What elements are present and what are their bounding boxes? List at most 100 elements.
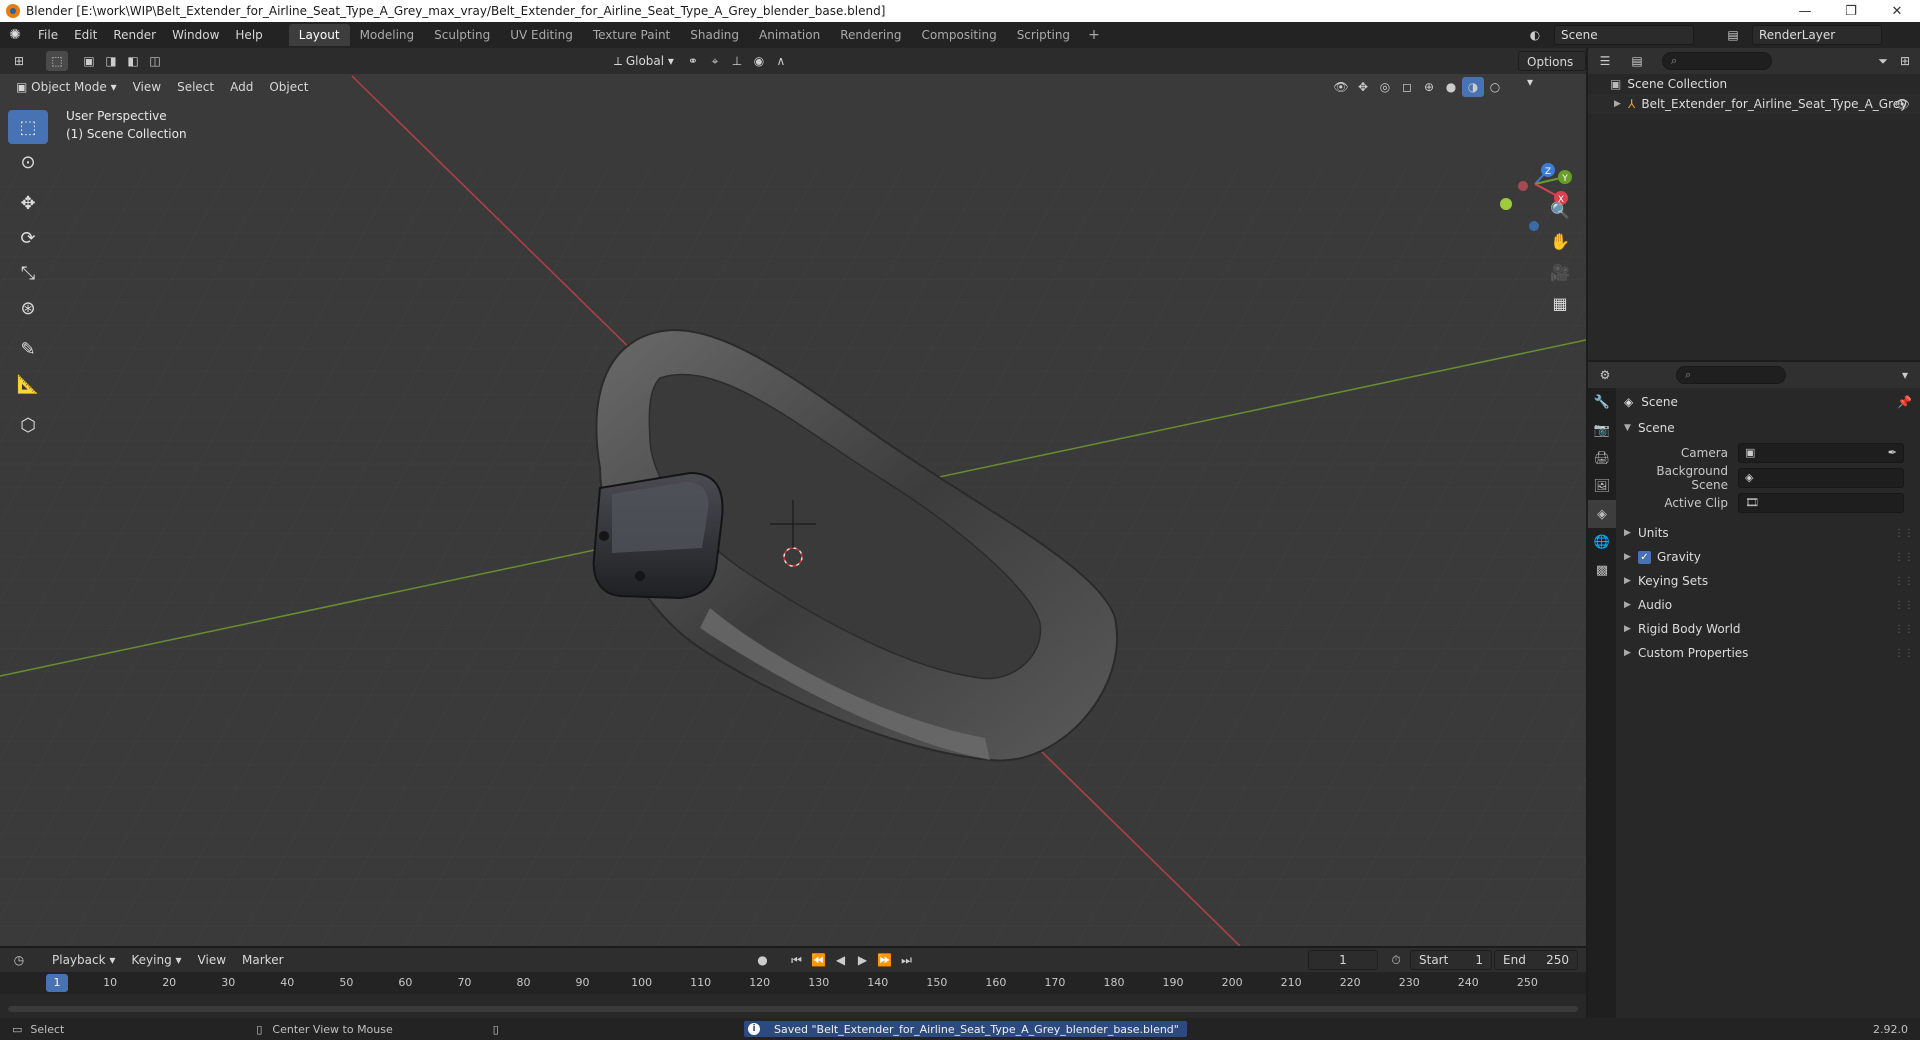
select-extend-icon[interactable]: ◨ <box>100 51 122 71</box>
properties-search-input[interactable]: ⌕ <box>1676 366 1786 384</box>
viewport-menu-object[interactable]: Object <box>261 77 316 97</box>
menu-render[interactable]: Render <box>105 22 164 48</box>
viewport-menu-view[interactable]: View <box>125 77 169 97</box>
menu-edit[interactable]: Edit <box>66 22 105 48</box>
scene-tab-icon[interactable]: ◈ <box>1588 500 1616 528</box>
rigid-body-world-section[interactable]: ▶ Rigid Body World ⋮⋮ <box>1618 617 1920 641</box>
tab-modeling[interactable]: Modeling <box>350 24 425 46</box>
tab-animation[interactable]: Animation <box>749 24 830 46</box>
add-cube-tool-icon[interactable]: ⬡ <box>8 408 48 442</box>
expand-arrow-icon[interactable]: ▶ <box>1614 99 1628 109</box>
editor-type-icon[interactable]: ⊞ <box>8 51 30 71</box>
timeline-editor-icon[interactable]: ◷ <box>8 950 30 970</box>
gravity-checkbox[interactable]: ✓ <box>1638 550 1651 564</box>
rotate-tool-icon[interactable]: ⟳ <box>8 221 48 255</box>
background-scene-field[interactable]: ◈ <box>1738 467 1904 488</box>
jump-end-icon[interactable]: ⏭ <box>896 950 918 970</box>
rendered-shading-icon[interactable]: ○ <box>1484 77 1506 97</box>
options-dropdown[interactable]: Options ▾ <box>1518 51 1586 89</box>
filter-icon[interactable]: ⏷ <box>1872 51 1894 71</box>
texture-tab-icon[interactable]: ▩ <box>1588 556 1616 584</box>
tab-sculpting[interactable]: Sculpting <box>424 24 500 46</box>
tab-texture-paint[interactable]: Texture Paint <box>583 24 680 46</box>
tab-layout[interactable]: Layout <box>288 24 350 46</box>
menu-window[interactable]: Window <box>164 22 227 48</box>
audio-section[interactable]: ▶ Audio ⋮⋮ <box>1618 593 1920 617</box>
custom-properties-section[interactable]: ▶ Custom Properties ⋮⋮ <box>1618 641 1920 665</box>
minimize-button[interactable]: — <box>1782 0 1828 22</box>
units-section[interactable]: ▶ Units ⋮⋮ <box>1618 521 1920 545</box>
zoom-icon[interactable]: 🔍 <box>1546 196 1574 224</box>
current-frame-field[interactable]: 1 <box>1308 950 1378 970</box>
view-layer-field[interactable]: RenderLayer <box>1752 25 1882 45</box>
play-reverse-icon[interactable]: ◀ <box>830 950 852 970</box>
timeline-menu-marker[interactable]: Marker <box>234 950 291 970</box>
scene-selector-icon[interactable]: ◐ <box>1524 25 1546 45</box>
solid-shading-icon[interactable]: ● <box>1440 77 1462 97</box>
snap-icon[interactable]: ⌖ <box>704 51 726 71</box>
properties-menu-icon[interactable]: ▾ <box>1894 365 1916 385</box>
scene-name-field[interactable]: Scene <box>1554 25 1694 45</box>
close-button[interactable]: ✕ <box>1874 0 1920 22</box>
measure-tool-icon[interactable]: 📐 <box>8 367 48 401</box>
add-workspace-button[interactable]: + <box>1080 27 1108 43</box>
select-tool-icon[interactable]: ⬚ <box>46 51 68 71</box>
perspective-grid-icon[interactable]: ▦ <box>1546 289 1574 317</box>
transform-tool-icon[interactable]: ⊛ <box>8 291 48 325</box>
properties-editor-icon[interactable]: ⚙ <box>1594 365 1616 385</box>
display-mode-icon[interactable]: ▤ <box>1626 51 1648 71</box>
3d-viewport[interactable]: Z Y X ⊞ ⬚ ▣ ◨ ◧ ◫ ⟂ Global ▾ ⚭ ⌖ ⊥ ◉ ∧ O… <box>0 48 1586 946</box>
wireframe-shading-icon[interactable]: ⊕ <box>1418 77 1440 97</box>
eyedropper-icon[interactable]: ✒ <box>1888 446 1897 459</box>
tab-uv-editing[interactable]: UV Editing <box>500 24 583 46</box>
playhead-frame-indicator[interactable]: 1 <box>46 974 68 992</box>
tool-tab-icon[interactable]: 🔧 <box>1588 388 1616 416</box>
viewport-scene[interactable]: Z Y X <box>0 48 1586 946</box>
world-tab-icon[interactable]: 🌐 <box>1588 528 1616 556</box>
active-clip-field[interactable]: 🎞 <box>1738 492 1904 513</box>
viewport-menu-select[interactable]: Select <box>169 77 222 97</box>
timeline-scrollbar[interactable] <box>8 1006 1578 1012</box>
snap-target-icon[interactable]: ⊥ <box>726 51 748 71</box>
menu-file[interactable]: File <box>30 22 66 48</box>
move-tool-icon[interactable]: ✥ <box>8 186 48 220</box>
camera-field[interactable]: ▣ ✒ <box>1738 442 1904 463</box>
material-shading-icon[interactable]: ◑ <box>1462 77 1484 97</box>
render-tab-icon[interactable]: 📷 <box>1588 416 1616 444</box>
camera-view-icon[interactable]: 🎥 <box>1546 258 1574 286</box>
falloff-icon[interactable]: ∧ <box>770 51 792 71</box>
restore-button[interactable]: ❐ <box>1828 0 1874 22</box>
timeline-ruler[interactable]: 1 10 20 30 40 50 60 70 80 90 100 110 120 130 140 150 16… <box>0 972 1586 994</box>
play-icon[interactable]: ▶ <box>852 950 874 970</box>
new-collection-icon[interactable]: ⊞ <box>1894 51 1916 71</box>
scale-tool-icon[interactable]: ⤡ <box>8 256 48 290</box>
tab-shading[interactable]: Shading <box>680 24 749 46</box>
output-tab-icon[interactable]: 🖨 <box>1588 444 1616 472</box>
select-subtract-icon[interactable]: ◧ <box>122 51 144 71</box>
select-new-icon[interactable]: ▣ <box>78 51 100 71</box>
xray-icon[interactable]: ◻ <box>1396 77 1418 97</box>
timeline-menu-view[interactable]: View <box>190 950 234 970</box>
tab-rendering[interactable]: Rendering <box>830 24 911 46</box>
keying-sets-section[interactable]: ▶ Keying Sets ⋮⋮ <box>1618 569 1920 593</box>
timeline-menu-playback[interactable]: Playback ▾ <box>44 950 123 970</box>
pin-icon[interactable]: 📌 <box>1897 395 1912 409</box>
cursor-tool-icon[interactable]: ⊙ <box>8 145 48 179</box>
outliner-search-input[interactable]: ⌕ <box>1662 52 1772 70</box>
menu-help[interactable]: Help <box>227 22 270 48</box>
preview-range-icon[interactable]: ⏱ <box>1385 950 1407 970</box>
outliner-object-row[interactable]: ▶ ⅄ Belt_Extender_for_Airline_Seat_Type_… <box>1588 94 1920 114</box>
annotate-tool-icon[interactable]: ✎ <box>8 332 48 366</box>
select-invert-icon[interactable]: ◫ <box>144 51 166 71</box>
end-frame-field[interactable]: End 250 <box>1494 950 1578 970</box>
timeline-menu-keying[interactable]: Keying ▾ <box>123 950 189 970</box>
blender-logo-icon[interactable]: ✺ <box>0 22 30 48</box>
select-box-tool-icon[interactable]: ⬚ <box>8 110 48 144</box>
start-frame-field[interactable]: Start 1 <box>1410 950 1492 970</box>
record-icon[interactable]: ● <box>752 950 774 970</box>
mode-dropdown[interactable]: ▣ Object Mode ▾ <box>8 77 125 97</box>
gravity-section[interactable]: ▶ ✓ Gravity ⋮⋮ <box>1618 545 1920 569</box>
view-layer-tab-icon[interactable]: 🖼 <box>1588 472 1616 500</box>
viewport-menu-add[interactable]: Add <box>222 77 261 97</box>
pan-hand-icon[interactable]: ✋ <box>1546 227 1574 255</box>
